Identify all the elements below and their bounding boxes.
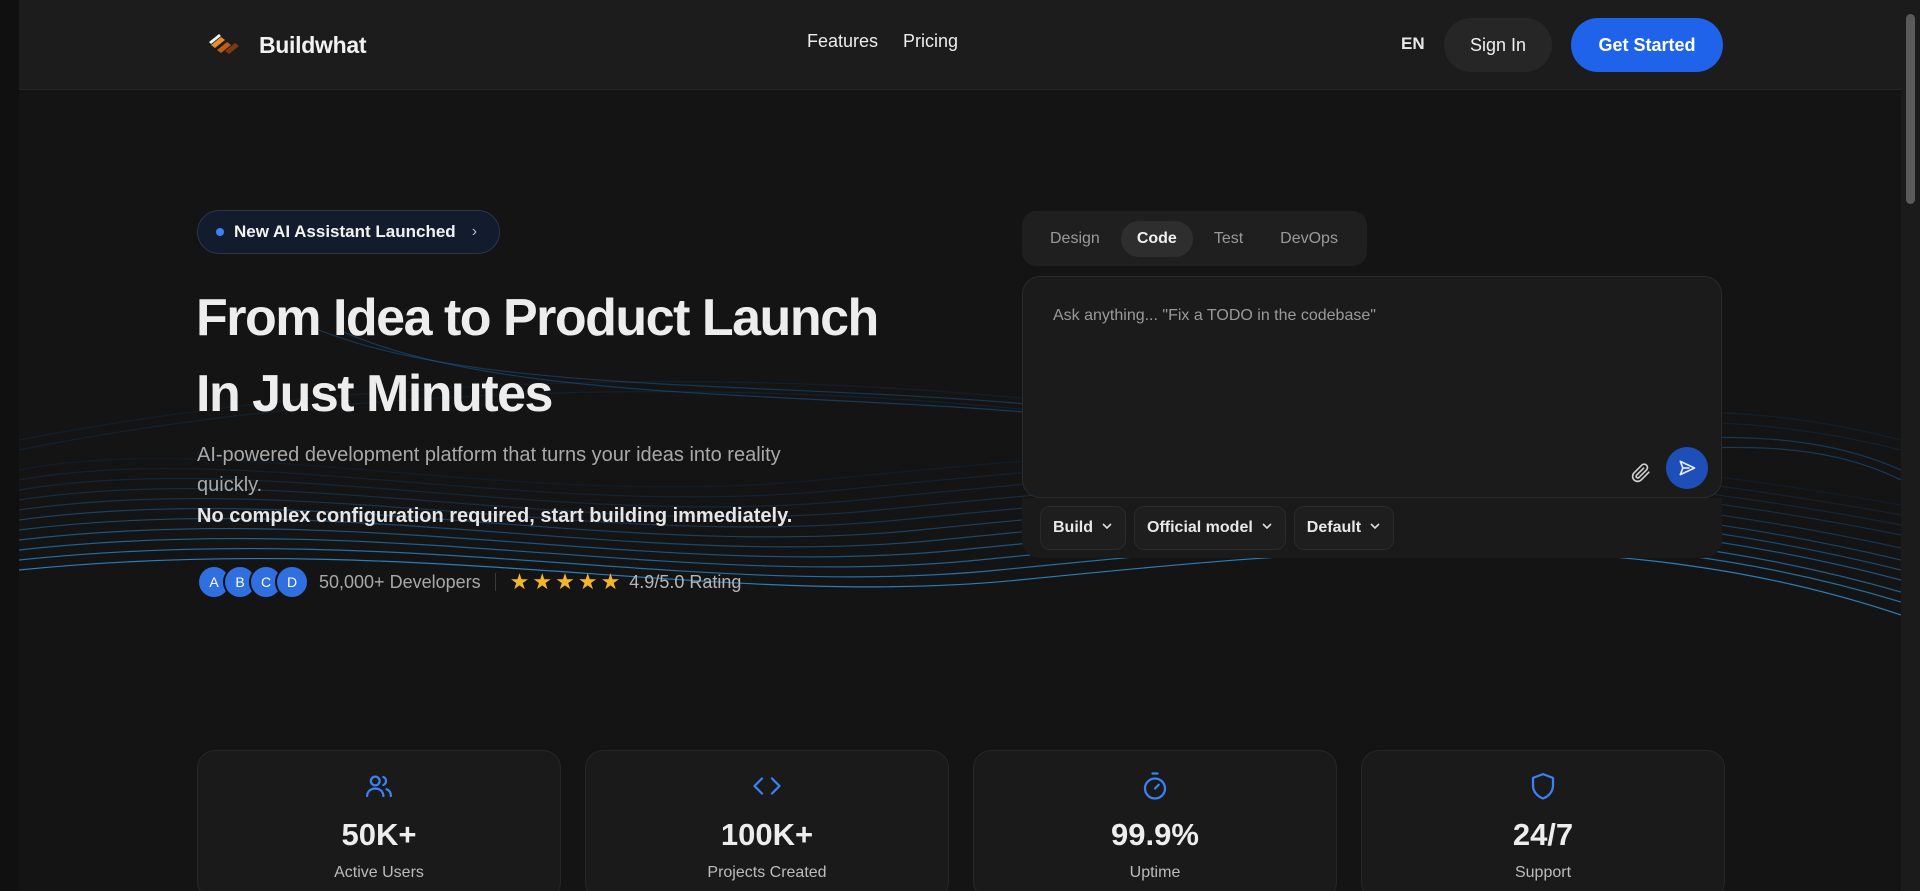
tab-devops[interactable]: DevOps xyxy=(1264,221,1354,257)
prompt-input[interactable] xyxy=(1053,307,1673,407)
stopwatch-icon xyxy=(1143,772,1167,800)
star-icon: ★ xyxy=(600,569,621,594)
avatar-group: A B C D xyxy=(197,565,309,599)
send-icon xyxy=(1679,460,1696,476)
prompt-options-bar: Build Official model Default xyxy=(1022,498,1722,558)
chevron-down-icon xyxy=(1369,519,1381,537)
nav-link-features[interactable]: Features xyxy=(807,31,878,52)
preset-label: Default xyxy=(1306,519,1362,536)
chevron-down-icon xyxy=(1261,519,1273,537)
prompt-card xyxy=(1022,276,1722,498)
headline-line-2: In Just Minutes xyxy=(196,365,553,423)
stat-value: 99.9% xyxy=(1111,817,1199,852)
rating-stars: ★ ★ ★ ★ ★ xyxy=(510,571,621,593)
left-edge-strip xyxy=(0,0,19,891)
tab-code[interactable]: Code xyxy=(1120,220,1193,257)
star-icon: ★ xyxy=(555,569,575,594)
hero-subtitle: AI-powered development platform that tur… xyxy=(197,444,781,496)
nav-link-pricing[interactable]: Pricing xyxy=(903,31,958,52)
code-icon xyxy=(753,777,781,795)
announcement-badge[interactable]: New AI Assistant Launched › xyxy=(197,210,501,254)
language-switcher[interactable]: EN xyxy=(1401,34,1425,54)
chevron-down-icon xyxy=(1101,519,1113,537)
build-mode-label: Build xyxy=(1053,519,1093,536)
preset-dropdown[interactable]: Default xyxy=(1293,506,1395,550)
scrollbar-thumb[interactable] xyxy=(1906,14,1915,204)
badge-text: New AI Assistant Launched xyxy=(234,222,456,241)
chevron-right-icon: › xyxy=(471,223,478,240)
paperclip-icon[interactable] xyxy=(1623,455,1659,491)
stat-label: Support xyxy=(1514,864,1572,881)
stat-card-projects: 100K+ Projects Created xyxy=(585,750,949,891)
star-icon: ★ xyxy=(509,569,530,594)
avatar: D xyxy=(275,565,309,599)
stat-label: Active Users xyxy=(334,864,424,881)
stat-card-users: 50K+ Active Users xyxy=(197,750,561,891)
logo-icon xyxy=(209,34,239,54)
stat-value: 50K+ xyxy=(341,817,417,852)
star-icon: ★ xyxy=(577,569,598,594)
headline-line-1: From Idea to Product Launch xyxy=(196,289,879,347)
users-icon xyxy=(366,775,392,798)
rating-text: 4.9/5.0 Rating xyxy=(629,571,742,592)
hero-headline: From Idea to Product Launch In Just Minu… xyxy=(196,280,879,432)
badge-dot-icon xyxy=(216,228,224,236)
send-button[interactable] xyxy=(1666,447,1708,489)
social-proof: A B C D 50,000+ Developers ★ ★ ★ ★ ★ 4.9… xyxy=(197,565,741,599)
build-mode-dropdown[interactable]: Build xyxy=(1040,506,1126,550)
divider xyxy=(494,573,496,591)
developer-count: 50,000+ Developers xyxy=(319,571,481,592)
stat-label: Projects Created xyxy=(707,864,827,881)
star-icon: ★ xyxy=(532,569,553,594)
stat-value: 100K+ xyxy=(720,817,814,852)
vertical-scrollbar[interactable] xyxy=(1901,0,1920,891)
sign-in-button[interactable]: Sign In xyxy=(1444,18,1552,72)
shield-icon xyxy=(1531,773,1555,800)
main-nav: Features Pricing xyxy=(807,31,958,52)
stat-value: 24/7 xyxy=(1512,817,1574,852)
get-started-button[interactable]: Get Started xyxy=(1571,18,1723,72)
mode-tabs: Design Code Test DevOps xyxy=(1022,211,1367,266)
hero-subtitle-strong: No complex configuration required, start… xyxy=(197,505,793,527)
tab-design[interactable]: Design xyxy=(1034,221,1116,257)
tab-test[interactable]: Test xyxy=(1198,221,1259,257)
model-label: Official model xyxy=(1147,519,1253,536)
stat-card-uptime: 99.9% Uptime xyxy=(973,750,1337,891)
top-navbar: Buildwhat Features Pricing EN Sign In Ge… xyxy=(19,0,1901,90)
stat-card-support: 24/7 Support xyxy=(1361,750,1725,891)
model-dropdown[interactable]: Official model xyxy=(1134,506,1286,550)
brand-logo[interactable]: Buildwhat xyxy=(205,25,366,65)
stat-label: Uptime xyxy=(1129,864,1181,881)
brand-name: Buildwhat xyxy=(259,31,367,58)
